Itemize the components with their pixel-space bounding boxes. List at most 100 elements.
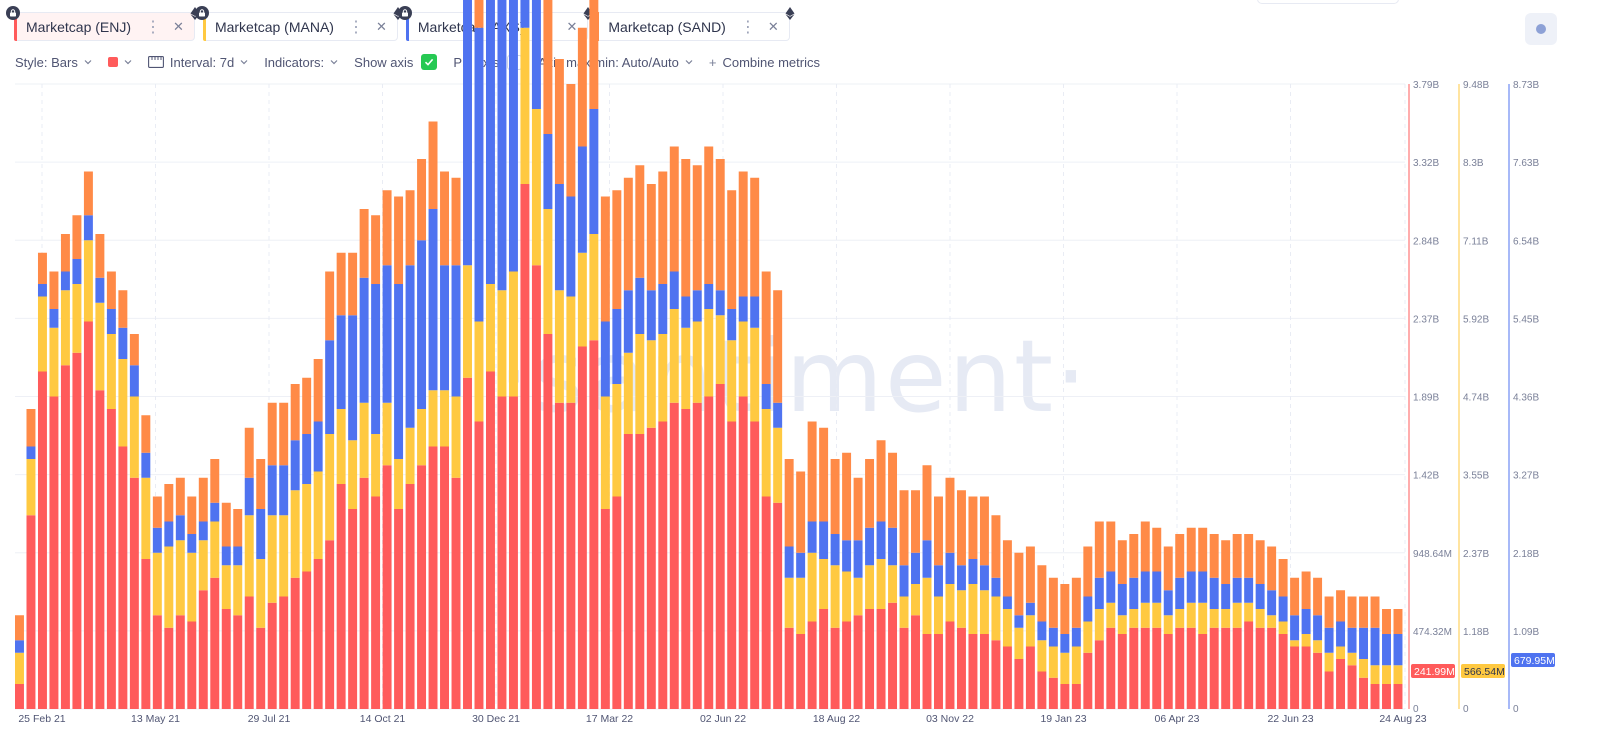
bar-segment-enj bbox=[428, 446, 438, 709]
bar-segment-sand bbox=[635, 165, 645, 278]
bar-segment-axs bbox=[888, 527, 898, 566]
bar-segment-mana bbox=[1175, 609, 1185, 628]
bar-segment-axs bbox=[1117, 584, 1127, 616]
bar-segment-sand bbox=[256, 459, 266, 509]
bar-segment-axs bbox=[72, 259, 82, 284]
bar-segment-axs bbox=[95, 277, 105, 303]
bar-segment-enj bbox=[325, 540, 335, 709]
bar-segment-mana bbox=[1037, 640, 1047, 672]
bar-segment-enj bbox=[577, 346, 587, 709]
y-tick-label: 7.11B bbox=[1463, 236, 1489, 247]
bar-segment-axs bbox=[508, 0, 518, 272]
bar-segment-axs bbox=[934, 565, 943, 597]
bar-segment-enj bbox=[520, 184, 530, 709]
bar-segment-mana bbox=[198, 540, 208, 591]
y-tick-label: 8.3B bbox=[1463, 158, 1484, 169]
bar-segment-mana bbox=[543, 209, 553, 334]
bar-segment-sand bbox=[60, 234, 70, 272]
bar-segment-mana bbox=[474, 321, 484, 422]
bar-segment-mana bbox=[1152, 602, 1162, 628]
bar-segment-sand bbox=[1002, 540, 1012, 597]
bar-segment-enj bbox=[37, 371, 47, 709]
bar-segment-mana bbox=[819, 559, 829, 609]
bar-segment-enj bbox=[922, 634, 932, 709]
bar-segment-mana bbox=[669, 309, 679, 403]
bar-segment-sand bbox=[681, 159, 691, 297]
bar-segment-sand bbox=[865, 459, 875, 528]
bar-segment-enj bbox=[233, 615, 243, 709]
bar-segment-axs bbox=[635, 277, 645, 334]
bar-segment-sand bbox=[175, 477, 185, 516]
bar-segment-enj bbox=[1106, 627, 1116, 709]
bar-segment-axs bbox=[325, 340, 335, 434]
bar-segment-enj bbox=[221, 609, 231, 709]
y-tick-label: 0 bbox=[1463, 704, 1469, 715]
bar-segment-enj bbox=[1370, 684, 1380, 709]
stacked-bar-chart: 0 474.32M 948.64M 1.42B 1.89B 2.37B 2.84B 3.32B… bbox=[15, 0, 1555, 725]
bar-segment-enj bbox=[796, 634, 806, 709]
bar-segment-enj bbox=[382, 465, 392, 709]
bar-segment-sand bbox=[715, 159, 725, 291]
bar-segment-sand bbox=[842, 452, 852, 541]
bar-segment-sand bbox=[1025, 546, 1035, 603]
bar-segment-sand bbox=[1140, 521, 1150, 572]
bar-segment-axs bbox=[463, 0, 472, 266]
bar-segment-sand bbox=[704, 146, 714, 284]
bar-segment-enj bbox=[623, 434, 633, 709]
bar-segment-axs bbox=[394, 284, 404, 459]
bar-segment-enj bbox=[600, 509, 610, 709]
bar-segment-sand bbox=[1232, 534, 1242, 578]
bar-segment-axs bbox=[256, 509, 266, 559]
bar-segment-sand bbox=[784, 459, 794, 547]
bar-segment-sand bbox=[1301, 571, 1311, 609]
bar-segment-mana bbox=[1267, 615, 1277, 628]
bar-segment-mana bbox=[1382, 665, 1391, 684]
bar-segment-mana bbox=[830, 565, 840, 628]
bar-segment-sand bbox=[187, 496, 197, 534]
bar-segment-mana bbox=[1209, 609, 1219, 628]
last-value-label: 241.99M bbox=[1414, 666, 1455, 678]
bar-segment-sand bbox=[577, 27, 587, 147]
bar-segment-sand bbox=[853, 477, 863, 541]
y-tick-label: 2.37B bbox=[1463, 549, 1489, 560]
bar-segment-sand bbox=[152, 496, 162, 528]
bar-segment-enj bbox=[1313, 652, 1323, 709]
bar-segment-enj bbox=[1382, 684, 1391, 709]
bar-segment-sand bbox=[233, 509, 243, 547]
x-tick-label: 03 Nov 22 bbox=[926, 713, 974, 725]
bar-segment-enj bbox=[1232, 627, 1242, 709]
bar-segment-axs bbox=[175, 515, 185, 541]
bar-segment-mana bbox=[428, 390, 438, 447]
bar-segment-axs bbox=[164, 521, 174, 547]
bar-segment-enj bbox=[635, 434, 645, 709]
bar-segment-enj bbox=[394, 509, 404, 709]
bar-segment-enj bbox=[888, 602, 898, 709]
bar-segment-enj bbox=[646, 427, 656, 709]
bar-segment-sand bbox=[37, 252, 47, 284]
bar-segment-mana bbox=[1048, 646, 1058, 678]
y-tick-label: 4.36B bbox=[1513, 393, 1539, 404]
bar-segment-axs bbox=[1152, 571, 1162, 603]
bar-segment-enj bbox=[141, 559, 151, 709]
y-tick-label: 8.73B bbox=[1513, 80, 1539, 91]
bar-segment-mana bbox=[1198, 602, 1208, 634]
bar-segment-mana bbox=[520, 27, 530, 184]
bar-segment-mana bbox=[129, 396, 139, 478]
bar-segment-mana bbox=[290, 490, 300, 578]
bar-segment-mana bbox=[738, 321, 748, 397]
x-tick-label: 25 Feb 21 bbox=[18, 713, 65, 725]
bar-segment-mana bbox=[1002, 609, 1012, 647]
bar-segment-axs bbox=[991, 577, 1001, 597]
bar-segment-enj bbox=[773, 502, 783, 709]
bar-segment-axs bbox=[26, 446, 36, 459]
bar-segment-enj bbox=[348, 509, 358, 709]
bar-segment-sand bbox=[750, 177, 760, 297]
bar-segment-enj bbox=[991, 640, 1001, 709]
bar-segment-sand bbox=[761, 271, 771, 384]
bar-segment-enj bbox=[451, 477, 461, 709]
bar-segment-sand bbox=[1175, 534, 1185, 578]
bar-segment-axs bbox=[1106, 571, 1116, 603]
bar-segment-sand bbox=[428, 121, 438, 209]
bar-segment-sand bbox=[646, 184, 656, 291]
bar-segment-axs bbox=[750, 296, 760, 328]
